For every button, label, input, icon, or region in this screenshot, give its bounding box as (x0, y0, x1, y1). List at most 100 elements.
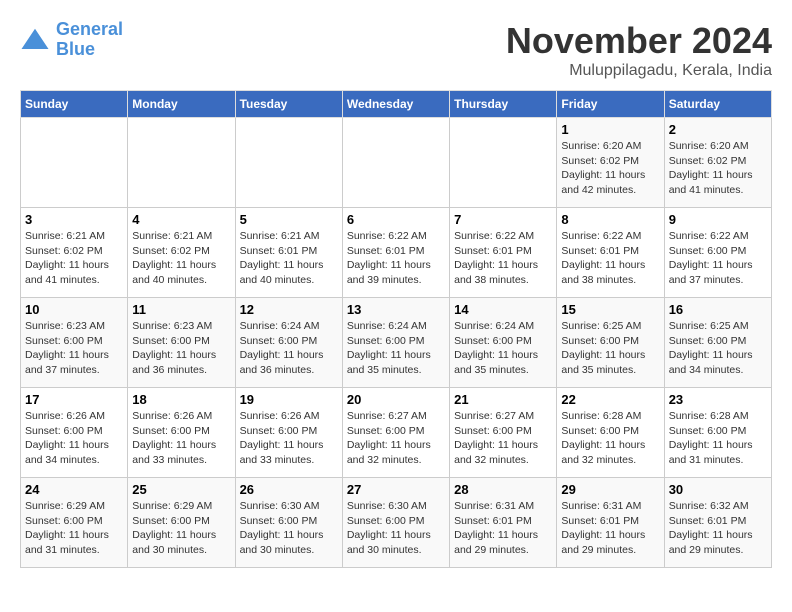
day-detail: Sunrise: 6:24 AM Sunset: 6:00 PM Dayligh… (347, 319, 445, 378)
calendar-cell: 24 Sunrise: 6:29 AM Sunset: 6:00 PM Dayli… (21, 478, 128, 568)
calendar-row: 10 Sunrise: 6:23 AM Sunset: 6:00 PM Dayli… (21, 298, 772, 388)
logo-text: General Blue (56, 20, 123, 60)
day-number: 11 (132, 302, 230, 317)
day-number: 19 (240, 392, 338, 407)
calendar-cell: 7Sunrise: 6:22 AM Sunset: 6:01 PM Daylig… (450, 208, 557, 298)
calendar-header-cell: Tuesday (235, 91, 342, 118)
day-number: 10 (25, 302, 123, 317)
calendar-cell: 17 Sunrise: 6:26 AM Sunset: 6:00 PM Dayli… (21, 388, 128, 478)
day-detail: Sunrise: 6:32 AM Sunset: 6:01 PM Dayligh… (669, 499, 767, 558)
calendar-cell: 1Sunrise: 6:20 AM Sunset: 6:02 PM Daylig… (557, 118, 664, 208)
day-detail: Sunrise: 6:21 AM Sunset: 6:02 PM Dayligh… (132, 229, 230, 288)
day-number: 9 (669, 212, 767, 227)
subtitle: Muluppilagadu, Kerala, India (506, 62, 772, 80)
day-detail: Sunrise: 6:28 AM Sunset: 6:00 PM Dayligh… (561, 409, 659, 468)
calendar-cell: 22Sunrise: 6:28 AM Sunset: 6:00 PM Dayli… (557, 388, 664, 478)
calendar-cell: 21Sunrise: 6:27 AM Sunset: 6:00 PM Dayli… (450, 388, 557, 478)
title-area: November 2024 Muluppilagadu, Kerala, Ind… (506, 20, 772, 80)
day-detail: Sunrise: 6:31 AM Sunset: 6:01 PM Dayligh… (454, 499, 552, 558)
calendar-cell: 2Sunrise: 6:20 AM Sunset: 6:02 PM Daylig… (664, 118, 771, 208)
day-number: 29 (561, 482, 659, 497)
calendar-cell (128, 118, 235, 208)
day-number: 23 (669, 392, 767, 407)
calendar-body: 1Sunrise: 6:20 AM Sunset: 6:02 PM Daylig… (21, 118, 772, 568)
calendar-table: SundayMondayTuesdayWednesdayThursdayFrid… (20, 90, 772, 568)
calendar-cell: 4Sunrise: 6:21 AM Sunset: 6:02 PM Daylig… (128, 208, 235, 298)
day-detail: Sunrise: 6:28 AM Sunset: 6:00 PM Dayligh… (669, 409, 767, 468)
day-number: 12 (240, 302, 338, 317)
calendar-cell (450, 118, 557, 208)
day-detail: Sunrise: 6:27 AM Sunset: 6:00 PM Dayligh… (347, 409, 445, 468)
logo-line1: General (56, 19, 123, 39)
day-detail: Sunrise: 6:22 AM Sunset: 6:00 PM Dayligh… (669, 229, 767, 288)
day-detail: Sunrise: 6:22 AM Sunset: 6:01 PM Dayligh… (454, 229, 552, 288)
day-detail: Sunrise: 6:31 AM Sunset: 6:01 PM Dayligh… (561, 499, 659, 558)
day-number: 16 (669, 302, 767, 317)
calendar-cell: 28 Sunrise: 6:31 AM Sunset: 6:01 PM Dayli… (450, 478, 557, 568)
calendar-cell: 15 Sunrise: 6:25 AM Sunset: 6:00 PM Dayli… (557, 298, 664, 388)
calendar-cell: 18 Sunrise: 6:26 AM Sunset: 6:00 PM Dayli… (128, 388, 235, 478)
calendar-cell: 29 Sunrise: 6:31 AM Sunset: 6:01 PM Dayli… (557, 478, 664, 568)
day-number: 28 (454, 482, 552, 497)
calendar-cell: 30 Sunrise: 6:32 AM Sunset: 6:01 PM Dayli… (664, 478, 771, 568)
calendar-cell: 23 Sunrise: 6:28 AM Sunset: 6:00 PM Dayli… (664, 388, 771, 478)
calendar-header-cell: Friday (557, 91, 664, 118)
day-number: 27 (347, 482, 445, 497)
calendar-header-cell: Monday (128, 91, 235, 118)
day-detail: Sunrise: 6:30 AM Sunset: 6:00 PM Dayligh… (347, 499, 445, 558)
calendar-cell: 27 Sunrise: 6:30 AM Sunset: 6:00 PM Dayli… (342, 478, 449, 568)
calendar-cell: 8Sunrise: 6:22 AM Sunset: 6:01 PM Daylig… (557, 208, 664, 298)
logo: General Blue (20, 20, 123, 60)
day-number: 24 (25, 482, 123, 497)
calendar-header-cell: Sunday (21, 91, 128, 118)
page-header: General Blue November 2024 Muluppilagadu… (20, 20, 772, 80)
day-detail: Sunrise: 6:30 AM Sunset: 6:00 PM Dayligh… (240, 499, 338, 558)
calendar-cell: 3Sunrise: 6:21 AM Sunset: 6:02 PM Daylig… (21, 208, 128, 298)
day-number: 17 (25, 392, 123, 407)
day-number: 25 (132, 482, 230, 497)
calendar-cell: 6 Sunrise: 6:22 AM Sunset: 6:01 PM Daylig… (342, 208, 449, 298)
calendar-cell: 10 Sunrise: 6:23 AM Sunset: 6:00 PM Dayli… (21, 298, 128, 388)
calendar-header-cell: Thursday (450, 91, 557, 118)
day-number: 6 (347, 212, 445, 227)
day-detail: Sunrise: 6:26 AM Sunset: 6:00 PM Dayligh… (25, 409, 123, 468)
calendar-cell: 25Sunrise: 6:29 AM Sunset: 6:00 PM Dayli… (128, 478, 235, 568)
day-detail: Sunrise: 6:22 AM Sunset: 6:01 PM Dayligh… (347, 229, 445, 288)
calendar-row: 3Sunrise: 6:21 AM Sunset: 6:02 PM Daylig… (21, 208, 772, 298)
calendar-cell: 12 Sunrise: 6:24 AM Sunset: 6:00 PM Dayli… (235, 298, 342, 388)
day-detail: Sunrise: 6:24 AM Sunset: 6:00 PM Dayligh… (454, 319, 552, 378)
calendar-header-cell: Wednesday (342, 91, 449, 118)
day-detail: Sunrise: 6:25 AM Sunset: 6:00 PM Dayligh… (561, 319, 659, 378)
calendar-cell: 11 Sunrise: 6:23 AM Sunset: 6:00 PM Dayli… (128, 298, 235, 388)
month-title: November 2024 (506, 20, 772, 62)
day-number: 14 (454, 302, 552, 317)
day-detail: Sunrise: 6:20 AM Sunset: 6:02 PM Dayligh… (669, 139, 767, 198)
calendar-cell (342, 118, 449, 208)
day-number: 5 (240, 212, 338, 227)
day-detail: Sunrise: 6:21 AM Sunset: 6:02 PM Dayligh… (25, 229, 123, 288)
calendar-cell: 13 Sunrise: 6:24 AM Sunset: 6:00 PM Dayli… (342, 298, 449, 388)
day-detail: Sunrise: 6:24 AM Sunset: 6:00 PM Dayligh… (240, 319, 338, 378)
calendar-cell: 9 Sunrise: 6:22 AM Sunset: 6:00 PM Daylig… (664, 208, 771, 298)
day-detail: Sunrise: 6:21 AM Sunset: 6:01 PM Dayligh… (240, 229, 338, 288)
calendar-cell (235, 118, 342, 208)
day-detail: Sunrise: 6:23 AM Sunset: 6:00 PM Dayligh… (132, 319, 230, 378)
day-detail: Sunrise: 6:26 AM Sunset: 6:00 PM Dayligh… (132, 409, 230, 468)
calendar-header-row: SundayMondayTuesdayWednesdayThursdayFrid… (21, 91, 772, 118)
day-detail: Sunrise: 6:22 AM Sunset: 6:01 PM Dayligh… (561, 229, 659, 288)
day-detail: Sunrise: 6:25 AM Sunset: 6:00 PM Dayligh… (669, 319, 767, 378)
day-number: 26 (240, 482, 338, 497)
calendar-header-cell: Saturday (664, 91, 771, 118)
day-detail: Sunrise: 6:20 AM Sunset: 6:02 PM Dayligh… (561, 139, 659, 198)
day-number: 18 (132, 392, 230, 407)
calendar-cell: 19Sunrise: 6:26 AM Sunset: 6:00 PM Dayli… (235, 388, 342, 478)
calendar-row: 24 Sunrise: 6:29 AM Sunset: 6:00 PM Dayli… (21, 478, 772, 568)
day-number: 30 (669, 482, 767, 497)
day-number: 15 (561, 302, 659, 317)
day-detail: Sunrise: 6:23 AM Sunset: 6:00 PM Dayligh… (25, 319, 123, 378)
day-number: 13 (347, 302, 445, 317)
calendar-cell: 20Sunrise: 6:27 AM Sunset: 6:00 PM Dayli… (342, 388, 449, 478)
logo-line2: Blue (56, 40, 123, 60)
day-detail: Sunrise: 6:29 AM Sunset: 6:00 PM Dayligh… (25, 499, 123, 558)
logo-icon (20, 25, 50, 55)
